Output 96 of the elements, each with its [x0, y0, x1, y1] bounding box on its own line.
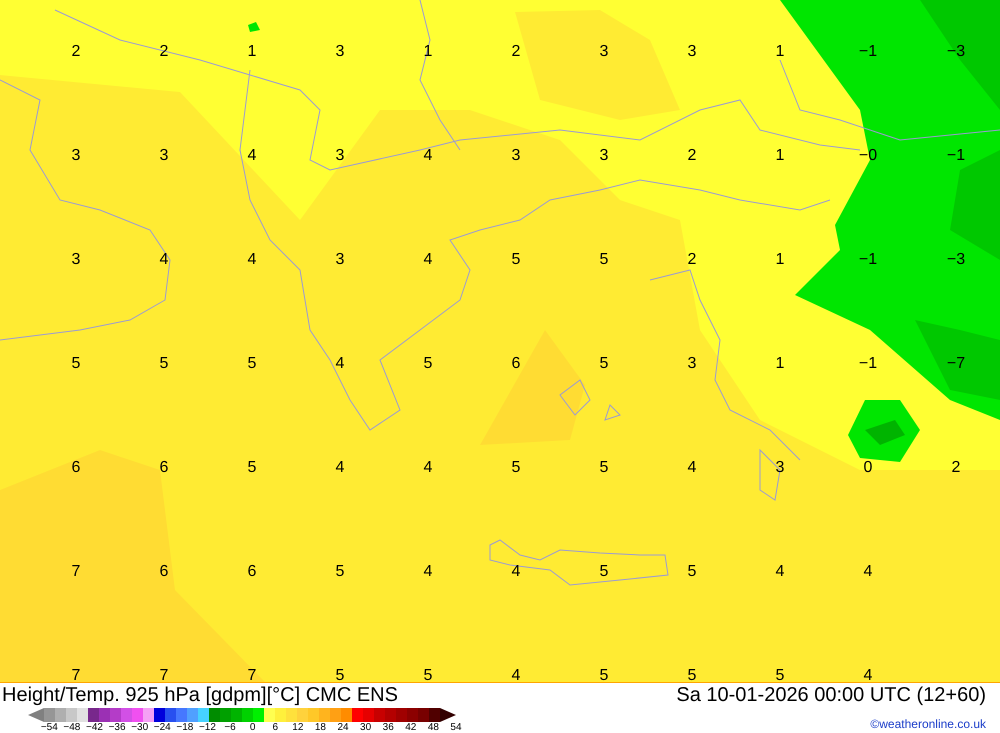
map-value-label: −3	[946, 251, 966, 269]
map-value-label: 5	[600, 355, 608, 373]
legend-tick-label: 0	[248, 722, 256, 733]
map-value-label: 3	[160, 147, 168, 165]
map-value-label: 4	[512, 563, 520, 581]
map-value-label: 1	[776, 355, 784, 373]
legend-tick-label: 42	[404, 722, 418, 733]
map-value-label: 4	[864, 563, 872, 581]
map-value-label: 7	[72, 563, 80, 581]
map-value-label: 5	[248, 355, 256, 373]
map-value-label: 3	[600, 147, 608, 165]
map-value-label: −1	[946, 147, 966, 165]
legend-tick-label: 54	[449, 722, 463, 733]
map-value-label: 4	[336, 459, 344, 477]
map-value-label: 4	[776, 563, 784, 581]
map-value-label: −3	[946, 43, 966, 61]
legend-tick-label: −12	[198, 722, 217, 733]
map-value-label: 4	[424, 251, 432, 269]
legend-tick-label: −24	[152, 722, 172, 733]
map-value-label: 5	[248, 459, 256, 477]
map-value-label: 2	[72, 43, 80, 61]
map-value-label: 5	[160, 355, 168, 373]
legend-tick-label: −18	[175, 722, 194, 733]
map-value-label: 4	[160, 251, 168, 269]
legend-tick-label: 36	[382, 722, 395, 733]
left-arrow-icon	[28, 708, 44, 722]
legend-tick-label: −36	[108, 722, 127, 733]
map-value-label: 5	[512, 459, 520, 477]
map-value-label: 5	[600, 563, 608, 581]
credit-link[interactable]: ©weatheronline.co.uk	[870, 717, 986, 733]
map-value-label: 3	[688, 355, 696, 373]
map-value-label: 5	[688, 563, 696, 581]
map-value-label: 3	[336, 251, 344, 269]
map-value-label: 4	[424, 563, 432, 581]
map-value-label: 3	[600, 43, 608, 61]
map-value-label: 7	[72, 667, 80, 682]
map-value-label: 5	[600, 459, 608, 477]
legend-tick-label: −48	[62, 722, 82, 733]
map-value-label: 5	[72, 355, 80, 373]
legend-tick-label: −30	[130, 722, 150, 733]
map-value-label: 4	[688, 459, 696, 477]
right-arrow-icon	[440, 708, 456, 722]
map-value-label: 2	[688, 251, 696, 269]
map-value-label: −1	[858, 355, 878, 373]
map-value-label: 2	[512, 43, 520, 61]
legend-tick-label: 6	[271, 722, 280, 733]
map-value-label: 1	[776, 43, 784, 61]
map-value-label: −1	[858, 43, 878, 61]
map-value-label: 4	[248, 147, 256, 165]
legend-tick-label: −6	[223, 722, 237, 733]
legend-tick-label: 18	[314, 722, 327, 733]
map-value-label: 5	[600, 667, 608, 682]
map-value-label: 7	[160, 667, 168, 682]
map-value-label: 5	[512, 251, 520, 269]
map-value-label: 7	[248, 667, 256, 682]
map-value-label: 6	[512, 355, 520, 373]
map-value-label: 1	[248, 43, 256, 61]
map-value-label: 3	[72, 147, 80, 165]
legend-tick-label: 30	[359, 722, 372, 733]
map-value-label: 6	[160, 459, 168, 477]
legend-tick-label: −42	[85, 722, 104, 733]
map-value-label: 6	[72, 459, 80, 477]
legend-tick-label: 48	[426, 722, 440, 733]
map-value-label: 5	[336, 667, 344, 682]
forecast-time: Sa 10-01-2026 00:00 UTC (12+60)	[676, 684, 986, 706]
map-value-label: 5	[600, 251, 608, 269]
map-value-label: 3	[776, 459, 784, 477]
map-value-label: 4	[336, 355, 344, 373]
map-value-label: 4	[864, 667, 872, 682]
map-value-label: 0	[864, 459, 872, 477]
map-value-label: 2	[952, 459, 960, 477]
map-value-label: 5	[776, 667, 784, 682]
map-value-label: 3	[512, 147, 520, 165]
map-value-label: 5	[424, 667, 432, 682]
map-value-label: 5	[336, 563, 344, 581]
map-value-label: 3	[336, 43, 344, 61]
map-value-label: 1	[776, 251, 784, 269]
chart-title: Height/Temp. 925 hPa [gdpm][°C] CMC ENS	[2, 684, 399, 706]
map-value-label: −1	[858, 251, 878, 269]
map-value-label: 2	[688, 147, 696, 165]
map-value-label: 3	[336, 147, 344, 165]
map-value-label: 4	[424, 147, 432, 165]
map-value-label: 3	[72, 251, 80, 269]
legend-tick-label: −54	[40, 722, 59, 733]
map-value-label: 4	[512, 667, 520, 682]
legend-tick-label: 12	[291, 722, 304, 733]
map-value-label: 5	[688, 667, 696, 682]
map-value-label: −7	[946, 355, 966, 373]
map-value-label: 6	[160, 563, 168, 581]
map-value-label: 4	[424, 459, 432, 477]
map-value-label: 4	[248, 251, 256, 269]
map-value-label: 3	[688, 43, 696, 61]
map-value-label: 5	[424, 355, 432, 373]
map-value-label: 6	[248, 563, 256, 581]
legend-tick-label: 24	[336, 722, 350, 733]
map-value-label: 1	[776, 147, 784, 165]
